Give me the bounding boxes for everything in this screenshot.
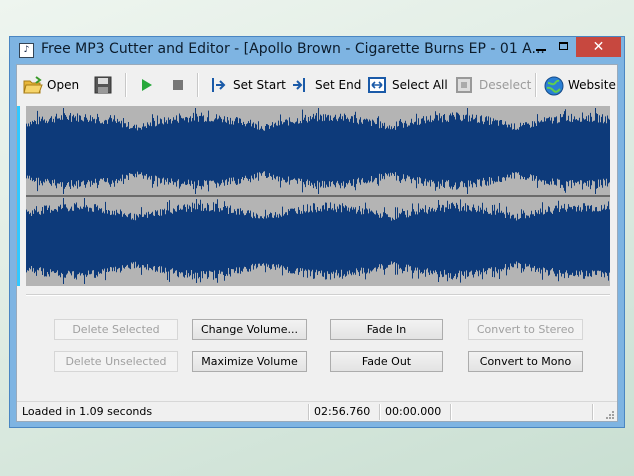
fade-out-button[interactable]: Fade Out [330, 351, 443, 372]
set-start-label: Set Start [233, 78, 286, 92]
maximize-button[interactable] [551, 37, 577, 57]
close-icon: ✕ [592, 39, 605, 55]
toolbar: Open Set Start Set End Select All Desele… [17, 65, 617, 105]
toolbar-separator [125, 73, 127, 97]
select-all-button[interactable]: Select All [368, 72, 448, 98]
status-separator [450, 404, 452, 420]
fade-in-button[interactable]: Fade In [330, 319, 443, 340]
window-title: Free MP3 Cutter and Editor - [Apollo Bro… [41, 41, 545, 57]
stop-button[interactable] [169, 72, 193, 98]
resize-grip[interactable] [605, 410, 615, 420]
title-bar[interactable]: ♪ Free MP3 Cutter and Editor - [Apollo B… [10, 37, 624, 64]
waveform-display[interactable] [26, 106, 610, 286]
status-separator [379, 404, 381, 420]
website-button[interactable]: Website [544, 72, 616, 98]
set-end-button[interactable]: Set End [291, 72, 361, 98]
toolbar-separator [535, 73, 537, 97]
waveform-channel-2 [26, 198, 610, 284]
status-separator [308, 404, 310, 420]
set-end-label: Set End [315, 78, 362, 92]
minimize-icon [536, 49, 546, 51]
set-start-button[interactable]: Set Start [209, 72, 286, 98]
maximize-icon [559, 42, 568, 50]
status-separator [592, 404, 594, 420]
play-button[interactable] [137, 72, 161, 98]
stop-icon [169, 76, 187, 94]
deselect-icon [455, 76, 473, 94]
waveform-channel-1 [26, 108, 610, 194]
select-all-label: Select All [392, 78, 448, 92]
convert-to-stereo-button[interactable]: Convert to Stereo [468, 319, 583, 340]
floppy-disk-icon [94, 76, 112, 94]
globe-icon [544, 76, 564, 96]
selection-marker[interactable] [17, 106, 20, 286]
open-folder-icon [23, 76, 43, 94]
app-window: ♪ Free MP3 Cutter and Editor - [Apollo B… [9, 36, 625, 428]
status-message: Loaded in 1.09 seconds [22, 405, 153, 418]
deselect-button[interactable]: Deselect [455, 72, 531, 98]
status-bar: Loaded in 1.09 seconds 02:56.760 00:00.0… [17, 401, 617, 422]
delete-selected-button[interactable]: Delete Selected [54, 319, 178, 340]
status-duration: 02:56.760 [314, 405, 371, 418]
app-icon[interactable]: ♪ [19, 43, 34, 58]
status-position: 00:00.000 [385, 405, 442, 418]
set-start-icon [209, 76, 227, 94]
play-icon [137, 76, 155, 94]
select-all-icon [368, 76, 386, 94]
delete-unselected-button[interactable]: Delete Unselected [54, 351, 178, 372]
divider [26, 294, 610, 296]
open-label: Open [47, 78, 80, 92]
save-button[interactable] [94, 72, 118, 98]
waveform-svg [26, 108, 610, 284]
client-area: Open Set Start Set End Select All Desele… [16, 64, 618, 422]
set-end-icon [291, 76, 309, 94]
change-volume-button[interactable]: Change Volume... [192, 319, 307, 340]
deselect-label: Deselect [479, 78, 532, 92]
toolbar-separator [197, 73, 199, 97]
maximize-volume-button[interactable]: Maximize Volume [192, 351, 307, 372]
open-button[interactable]: Open [23, 72, 79, 98]
close-button[interactable]: ✕ [576, 37, 621, 57]
convert-to-mono-button[interactable]: Convert to Mono [468, 351, 583, 372]
website-label: Website [568, 78, 616, 92]
